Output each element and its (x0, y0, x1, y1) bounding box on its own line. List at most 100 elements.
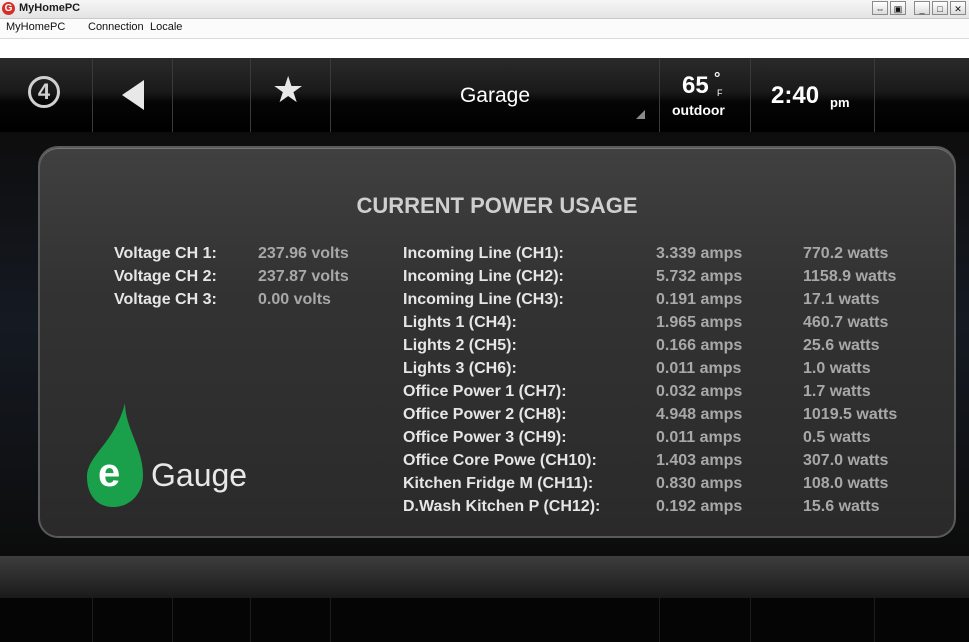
room-selector[interactable]: Garage (380, 84, 610, 108)
bottom-divider (659, 598, 660, 642)
channel-amps: 0.830 amps (656, 475, 743, 492)
nav-divider (874, 58, 875, 132)
bottom-divider (250, 598, 251, 642)
channel-amps: 5.732 amps (656, 268, 743, 285)
clock-time: 2:40 (771, 82, 820, 109)
voltage-value: 0.00 volts (258, 291, 331, 308)
voltage-value: 237.87 volts (258, 268, 349, 285)
minimize-button[interactable]: _ (914, 1, 930, 15)
room-dropdown-corner-icon[interactable] (636, 110, 645, 119)
channel-row: Incoming Line (CH3): 0.191 amps 17.1 wat… (403, 291, 923, 313)
channel-amps: 3.339 amps (656, 245, 743, 262)
bottom-divider (172, 598, 173, 642)
bottom-divider (874, 598, 875, 642)
nav-divider (92, 58, 93, 132)
channel-watts: 0.5 watts (803, 429, 871, 446)
channel-watts: 25.6 watts (803, 337, 880, 354)
channel-name: Lights 2 (CH5): (403, 337, 517, 354)
voltage-value: 237.96 volts (258, 245, 349, 262)
window-titlebar: G MyHomePC ⇔ ▣ _ □ ✕ (0, 0, 969, 19)
channel-amps: 0.032 amps (656, 383, 743, 400)
channel-name: Incoming Line (CH3): (403, 291, 564, 308)
panel-title: CURRENT POWER USAGE (356, 193, 638, 218)
nav-divider (250, 58, 251, 132)
back-arrow-icon[interactable] (122, 80, 144, 110)
power-usage-panel: CURRENT POWER USAGE Voltage CH 1: 237.96… (38, 146, 956, 538)
channel-name: D.Wash Kitchen P (CH12): (403, 498, 601, 515)
menu-locale[interactable]: Locale (150, 21, 182, 33)
channel-watts: 1019.5 watts (803, 406, 898, 423)
channel-row: D.Wash Kitchen P (CH12): 0.192 amps 15.6… (403, 498, 923, 520)
channel-name: Incoming Line (CH2): (403, 268, 564, 285)
home-logo-icon[interactable]: 4 (28, 76, 60, 108)
voltage-row: Voltage CH 1: 237.96 volts (114, 245, 349, 263)
channel-watts: 1.0 watts (803, 360, 871, 377)
channel-name: Incoming Line (CH1): (403, 245, 564, 262)
voltage-row: Voltage CH 3: 0.00 volts (114, 291, 331, 309)
app-logo-icon[interactable]: G (2, 2, 15, 15)
channel-name: Office Power 3 (CH9): (403, 429, 567, 446)
channel-watts: 108.0 watts (803, 475, 889, 492)
bottom-bar (0, 556, 969, 642)
channel-row: Lights 1 (CH4): 1.965 amps 460.7 watts (403, 314, 923, 336)
channel-row: Office Core Powe (CH10): 1.403 amps 307.… (403, 452, 923, 474)
channel-watts: 770.2 watts (803, 245, 889, 262)
channel-amps: 0.011 amps (656, 429, 742, 446)
nav-divider (659, 58, 660, 132)
bottom-divider (92, 598, 93, 642)
temperature-unit: F (717, 88, 723, 98)
channel-watts: 15.6 watts (803, 498, 880, 515)
channel-name: Kitchen Fridge M (CH11): (403, 475, 594, 492)
channel-name: Office Core Powe (CH10): (403, 452, 597, 469)
restore-layout-button[interactable]: ⇔ (872, 1, 888, 15)
channel-row: Incoming Line (CH1): 3.339 amps 770.2 wa… (403, 245, 923, 267)
bottom-button-row (0, 598, 969, 642)
favorites-star-icon[interactable]: ★ (272, 70, 304, 110)
egauge-logo-letter: e (98, 451, 121, 495)
channel-amps: 0.011 amps (656, 360, 742, 377)
channel-row: Incoming Line (CH2): 5.732 amps 1158.9 w… (403, 268, 923, 290)
voltage-label: Voltage CH 3: (114, 291, 217, 308)
channel-name: Office Power 2 (CH8): (403, 406, 567, 423)
channel-watts: 1.7 watts (803, 383, 871, 400)
channel-row: Office Power 1 (CH7): 0.032 amps 1.7 wat… (403, 383, 923, 405)
menu-myhomepc[interactable]: MyHomePC (6, 21, 65, 33)
voltage-label: Voltage CH 1: (114, 245, 217, 262)
nav-divider (750, 58, 751, 132)
channel-amps: 0.192 amps (656, 498, 743, 515)
maximize-button[interactable]: □ (932, 1, 948, 15)
channel-watts: 1158.9 watts (803, 268, 897, 285)
temperature-degree: ° (714, 70, 721, 87)
channel-row: Office Power 2 (CH8): 4.948 amps 1019.5 … (403, 406, 923, 428)
nav-divider (330, 58, 331, 132)
top-navigation-bar: 4 ★ Garage 65 ° F outdoor 2:40 pm (0, 58, 969, 132)
channel-amps: 1.965 amps (656, 314, 743, 331)
menu-connection[interactable]: Connection (88, 21, 144, 33)
channel-watts: 307.0 watts (803, 452, 889, 469)
close-button[interactable]: ✕ (950, 1, 966, 15)
channel-name: Office Power 1 (CH7): (403, 383, 567, 400)
channel-amps: 0.166 amps (656, 337, 743, 354)
menubar: MyHomePC Connection Locale (0, 19, 969, 39)
bottom-divider (330, 598, 331, 642)
channel-amps: 0.191 amps (656, 291, 743, 308)
window-title: MyHomePC (19, 2, 81, 14)
bottom-strip (0, 556, 969, 598)
voltage-row: Voltage CH 2: 237.87 volts (114, 268, 349, 286)
channel-amps: 1.403 amps (656, 452, 743, 469)
temperature-label: outdoor (672, 102, 725, 118)
channel-name: Lights 3 (CH6): (403, 360, 517, 377)
fullscreen-button[interactable]: ▣ (890, 1, 906, 15)
channel-row: Kitchen Fridge M (CH11): 0.830 amps 108.… (403, 475, 923, 497)
clock-ampm: pm (830, 95, 850, 110)
channel-watts: 17.1 watts (803, 291, 880, 308)
egauge-logo-text: Gauge (151, 457, 248, 493)
egauge-logo: e Gauge (85, 403, 305, 513)
channel-row: Lights 3 (CH6): 0.011 amps 1.0 watts (403, 360, 923, 382)
temperature-value: 65 (682, 72, 709, 99)
voltage-label: Voltage CH 2: (114, 268, 217, 285)
window-controls: ⇔ ▣ _ □ ✕ (872, 1, 966, 15)
channel-row: Lights 2 (CH5): 0.166 amps 25.6 watts (403, 337, 923, 359)
channel-watts: 460.7 watts (803, 314, 889, 331)
nav-divider (172, 58, 173, 132)
